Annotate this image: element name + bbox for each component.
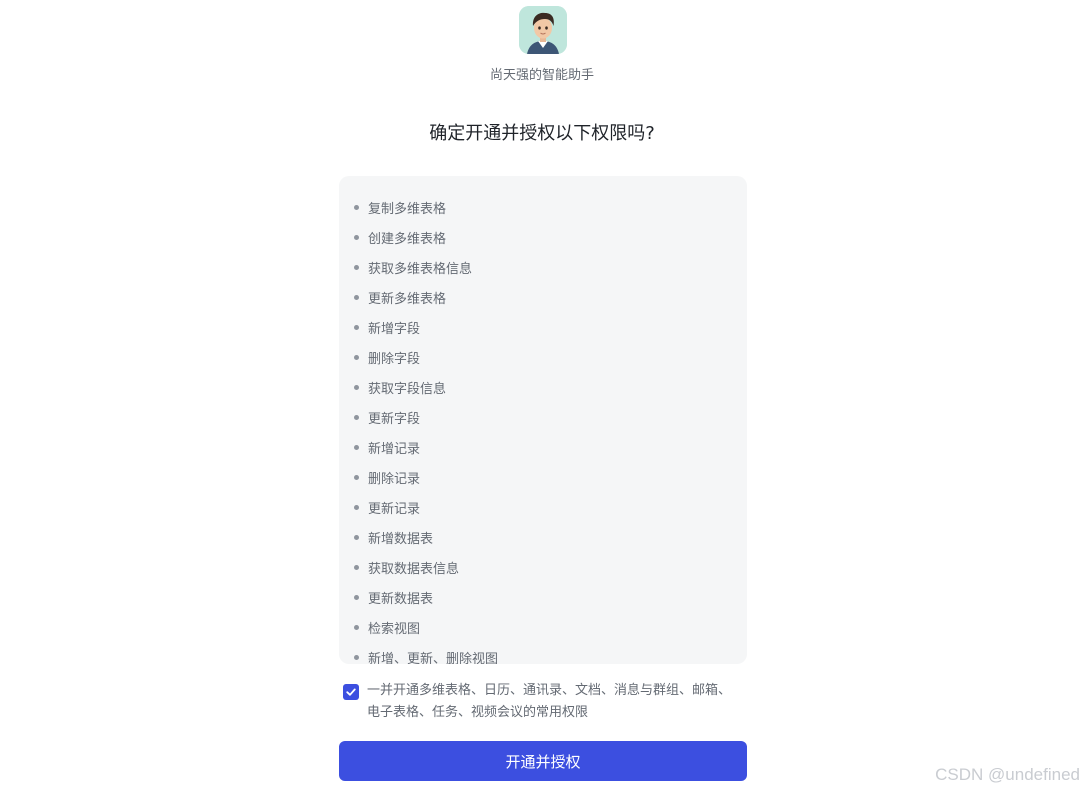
authorization-page: 尚天强的智能助手 确定开通并授权以下权限吗? 复制多维表格 创建多维表格 获取多… bbox=[0, 0, 1084, 793]
permission-label: 更新记录 bbox=[368, 501, 421, 517]
check-icon bbox=[346, 688, 356, 696]
bullet-icon bbox=[354, 474, 359, 480]
permission-label: 更新字段 bbox=[368, 411, 421, 427]
bullet-icon bbox=[354, 594, 359, 600]
bullet-icon bbox=[354, 354, 359, 360]
permission-item: 获取字段信息 bbox=[354, 372, 747, 402]
consent-label[interactable]: 一并开通多维表格、日历、通讯录、文档、消息与群组、邮箱、电子表格、任务、视频会议… bbox=[367, 680, 743, 724]
watermark: CSDN @undefined bbox=[935, 765, 1080, 784]
person-avatar-icon bbox=[519, 6, 567, 54]
permission-item: 获取数据表信息 bbox=[354, 552, 747, 582]
permission-label: 新增数据表 bbox=[368, 531, 434, 547]
permission-label: 获取多维表格信息 bbox=[368, 261, 473, 277]
consent-option: 一并开通多维表格、日历、通讯录、文档、消息与群组、邮箱、电子表格、任务、视频会议… bbox=[343, 680, 743, 724]
consent-checkbox[interactable] bbox=[343, 684, 359, 700]
permission-label: 新增、更新、删除视图 bbox=[368, 651, 499, 665]
app-name: 尚天强的智能助手 bbox=[489, 68, 594, 83]
permission-item: 更新记录 bbox=[354, 492, 747, 522]
permission-item: 新增数据表 bbox=[354, 522, 747, 552]
permission-label: 删除记录 bbox=[368, 471, 421, 487]
permission-label: 新增字段 bbox=[368, 321, 421, 337]
page-title: 确定开通并授权以下权限吗? bbox=[429, 123, 655, 144]
bullet-icon bbox=[354, 294, 359, 300]
permission-item: 删除字段 bbox=[354, 342, 747, 372]
permission-label: 获取字段信息 bbox=[368, 381, 447, 397]
permission-label: 更新多维表格 bbox=[368, 291, 447, 307]
permission-item: 更新字段 bbox=[354, 402, 747, 432]
permission-list[interactable]: 复制多维表格 创建多维表格 获取多维表格信息 更新多维表格 新增字段 删除字段 … bbox=[339, 176, 747, 664]
bullet-icon bbox=[354, 624, 359, 630]
bullet-icon bbox=[354, 414, 359, 420]
permission-label: 复制多维表格 bbox=[368, 201, 447, 217]
bullet-icon bbox=[354, 264, 359, 270]
permission-label: 删除字段 bbox=[368, 351, 421, 367]
bullet-icon bbox=[354, 204, 359, 210]
permission-label: 更新数据表 bbox=[368, 591, 434, 607]
permission-label: 新增记录 bbox=[368, 441, 421, 457]
bullet-icon bbox=[354, 324, 359, 330]
bullet-icon bbox=[354, 234, 359, 240]
permission-item: 新增记录 bbox=[354, 432, 747, 462]
permission-item: 创建多维表格 bbox=[354, 222, 747, 252]
permission-item: 获取多维表格信息 bbox=[354, 252, 747, 282]
bullet-icon bbox=[354, 654, 359, 660]
bullet-icon bbox=[354, 504, 359, 510]
permission-label: 创建多维表格 bbox=[368, 231, 447, 247]
permission-item: 新增、更新、删除视图 bbox=[354, 642, 747, 664]
bullet-icon bbox=[354, 534, 359, 540]
bullet-icon bbox=[354, 384, 359, 390]
permission-item: 更新多维表格 bbox=[354, 282, 747, 312]
permission-item: 删除记录 bbox=[354, 462, 747, 492]
bullet-icon bbox=[354, 564, 359, 570]
permission-label: 检索视图 bbox=[368, 621, 421, 637]
bullet-icon bbox=[354, 444, 359, 450]
permission-item: 更新数据表 bbox=[354, 582, 747, 612]
enable-and-authorize-button[interactable]: 开通并授权 bbox=[339, 741, 747, 781]
permission-item: 新增字段 bbox=[354, 312, 747, 342]
permission-item: 复制多维表格 bbox=[354, 192, 747, 222]
permission-item: 检索视图 bbox=[354, 612, 747, 642]
permission-label: 获取数据表信息 bbox=[368, 561, 460, 577]
